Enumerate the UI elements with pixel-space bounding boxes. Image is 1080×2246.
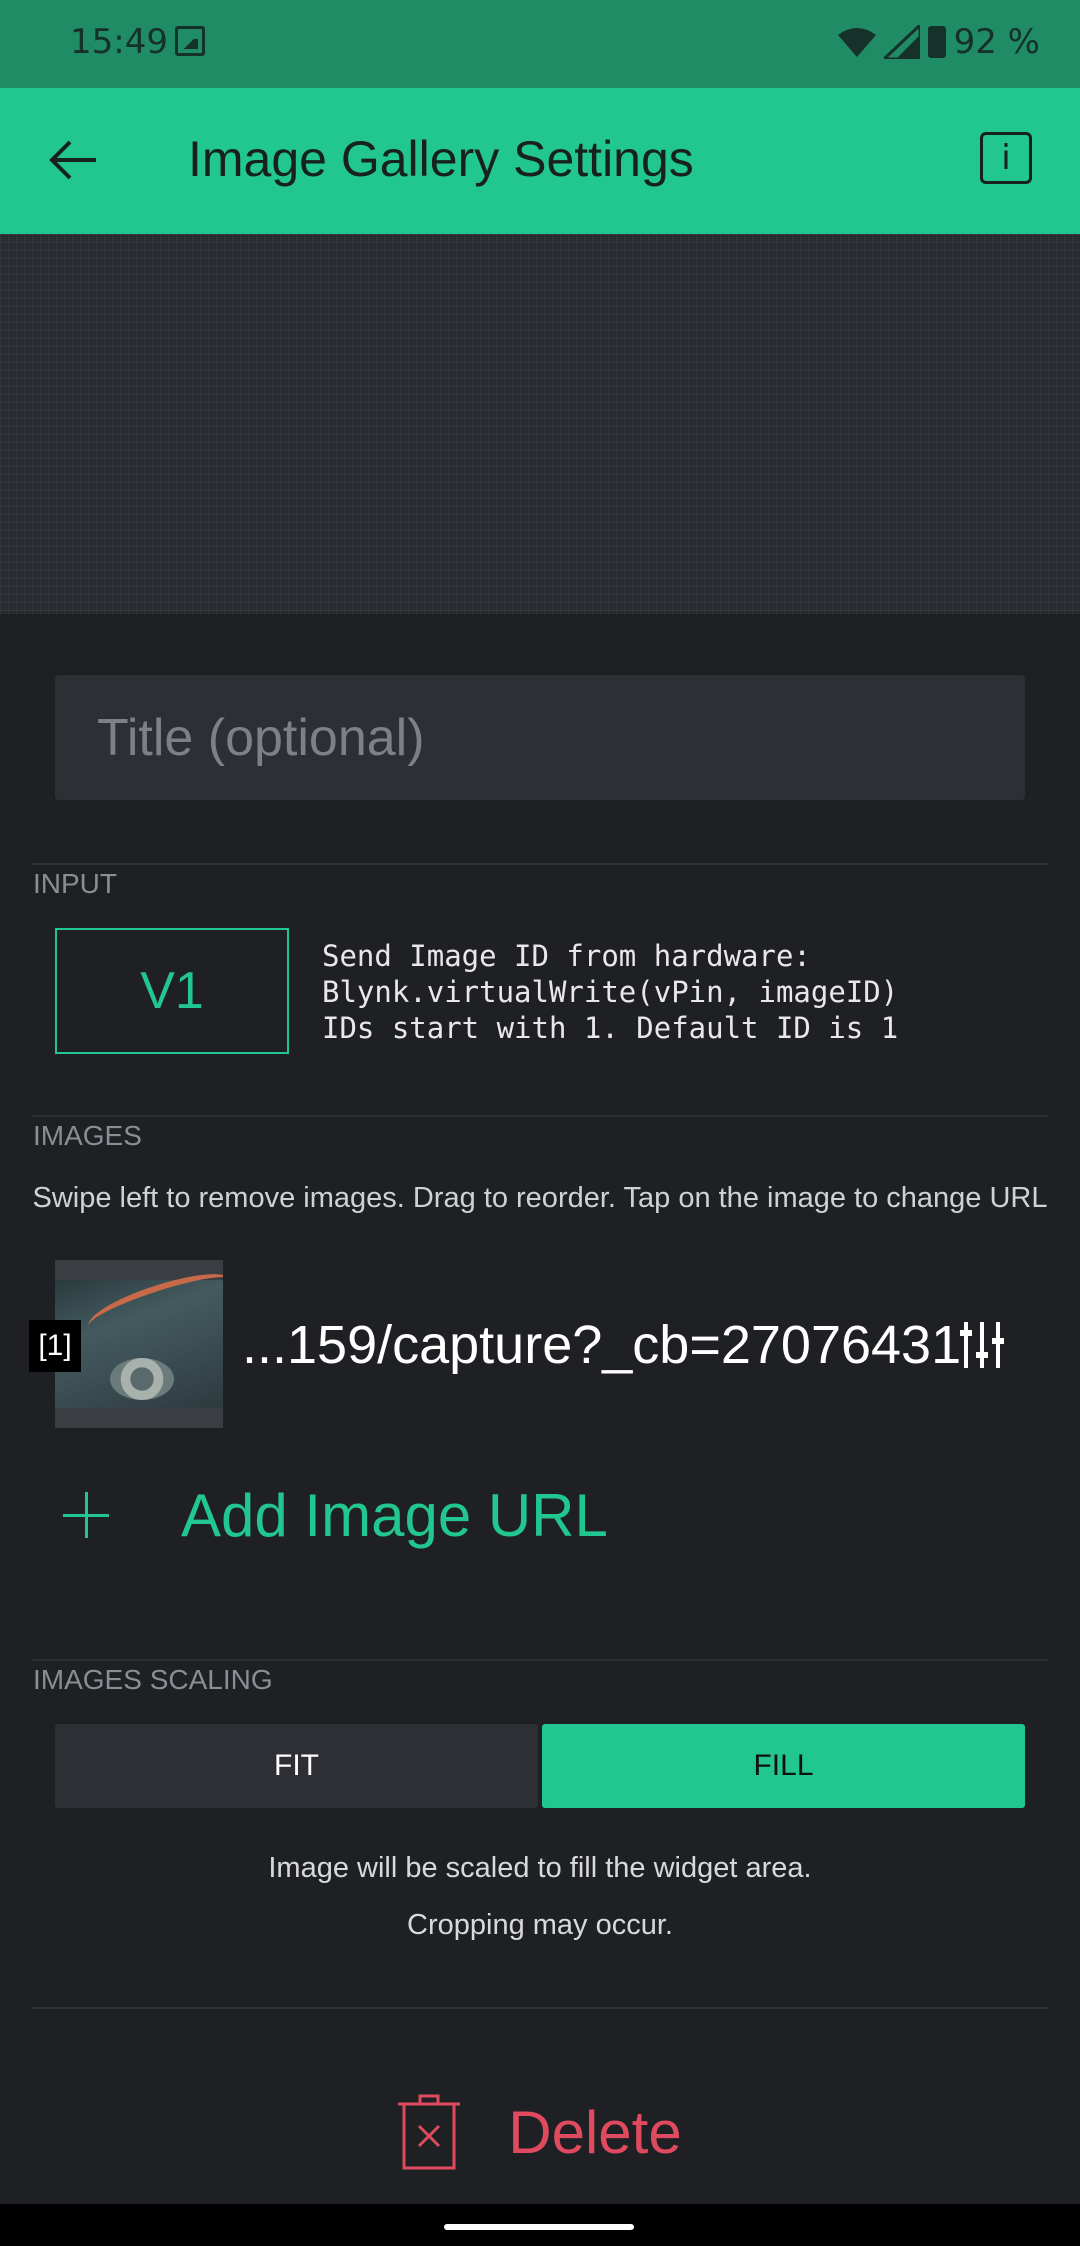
scaling-description-line1: Image will be scaled to fill the widget … [268, 1852, 812, 1884]
pin-selector-button[interactable]: V1 [55, 928, 289, 1054]
wifi-icon [837, 28, 876, 57]
add-image-url-button[interactable]: Add Image URL [55, 1470, 608, 1560]
app-bar: Image Gallery Settings i [0, 88, 1080, 234]
section-divider [32, 1115, 1048, 1117]
image-index-badge: [1] [29, 1320, 81, 1372]
status-indicators: 92 % [837, 22, 1040, 62]
scaling-option-fill[interactable]: FILL [542, 1724, 1025, 1808]
info-icon[interactable]: i [980, 132, 1032, 184]
image-list-item[interactable]: [1] ...159/capture?_cb=27076431 [0, 1260, 1080, 1428]
system-nav-bar [0, 2204, 1080, 2246]
trash-icon [398, 2094, 461, 2170]
page-title: Image Gallery Settings [188, 131, 694, 187]
add-image-url-label: Add Image URL [181, 1481, 608, 1549]
widget-preview-grid [0, 234, 1080, 614]
plus-icon [63, 1492, 109, 1538]
section-divider [32, 1659, 1048, 1661]
section-divider [32, 2007, 1048, 2009]
image-url[interactable]: ...159/capture?_cb=27076431 [242, 1314, 961, 1376]
delete-label: Delete [508, 2098, 682, 2166]
scaling-option-fit[interactable]: FIT [55, 1724, 538, 1808]
section-divider [32, 863, 1048, 865]
image-notification-icon [175, 26, 205, 56]
tune-icon[interactable] [958, 1322, 1006, 1368]
status-time: 15:49 [70, 22, 168, 62]
scaling-section-label: IMAGES SCALING [33, 1664, 273, 1695]
title-input[interactable] [55, 675, 1025, 800]
scaling-description-line2: Cropping may occur. [407, 1909, 673, 1941]
images-section-label: IMAGES [33, 1120, 142, 1151]
input-section-label: INPUT [33, 868, 117, 899]
battery-percent: 92 % [953, 22, 1040, 62]
images-hint: Swipe left to remove images. Drag to reo… [32, 1182, 1048, 1214]
delete-button[interactable]: Delete [0, 2094, 1080, 2170]
signal-icon [883, 25, 920, 59]
status-bar: 15:49 92 % [0, 0, 1080, 88]
back-arrow-icon[interactable] [48, 138, 98, 182]
pin-help-text: Send Image ID from hardware: Blynk.virtu… [322, 939, 899, 1045]
battery-icon [927, 26, 946, 58]
home-gesture-handle[interactable] [444, 2224, 634, 2230]
scaling-selector: FIT FILL [55, 1724, 1025, 1808]
